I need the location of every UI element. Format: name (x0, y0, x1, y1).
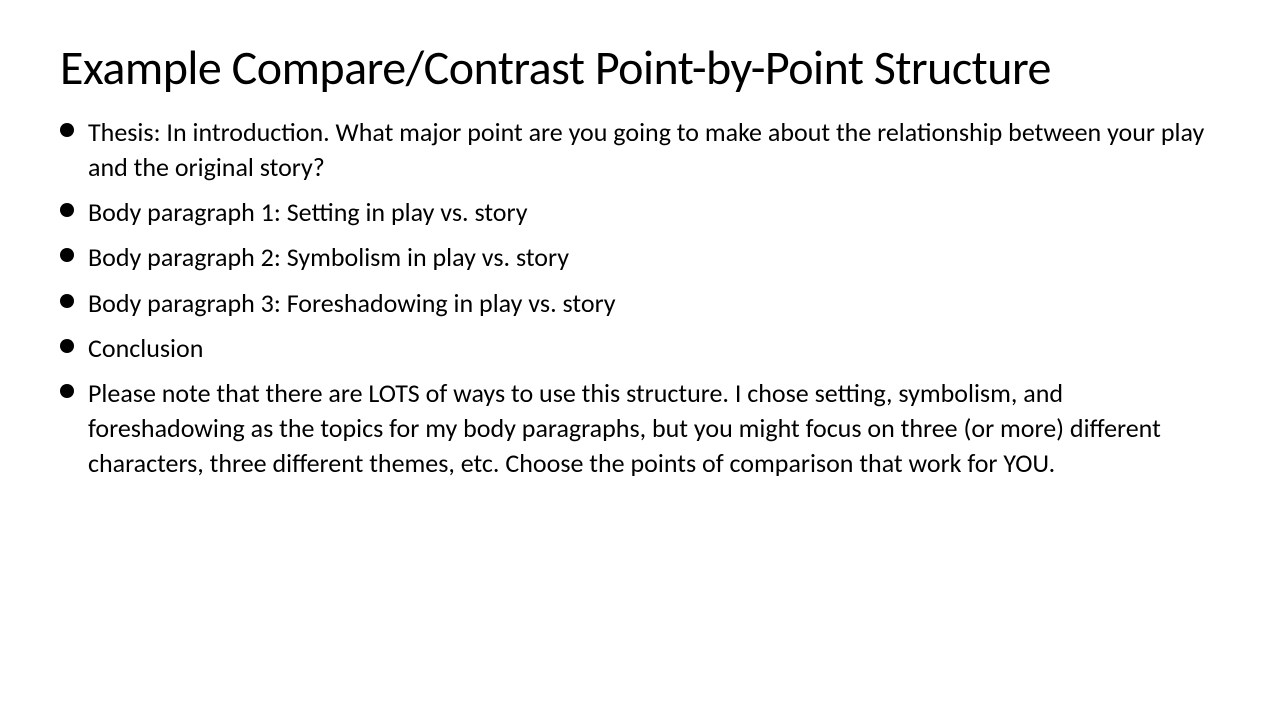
bullet-text-note: Please note that there are LOTS of ways … (88, 376, 1220, 481)
slide: Example Compare/Contrast Point-by-Point … (0, 0, 1280, 720)
list-item: Please note that there are LOTS of ways … (60, 376, 1220, 481)
bullet-dot-icon (60, 384, 74, 398)
bullet-dot-icon (60, 123, 74, 137)
bullet-text-conclusion: Conclusion (88, 331, 1220, 366)
bullet-dot-icon (60, 203, 74, 217)
bullet-text-body3: Body paragraph 3: Foreshadowing in play … (88, 286, 1220, 321)
list-item: Thesis: In introduction. What major poin… (60, 115, 1220, 185)
bullet-dot-icon (60, 294, 74, 308)
bullet-text-thesis: Thesis: In introduction. What major poin… (88, 115, 1220, 185)
list-item: Body paragraph 3: Foreshadowing in play … (60, 286, 1220, 321)
bullet-text-body1: Body paragraph 1: Setting in play vs. st… (88, 195, 1220, 230)
list-item: Conclusion (60, 331, 1220, 366)
slide-title: Example Compare/Contrast Point-by-Point … (60, 40, 1220, 95)
bullet-dot-icon (60, 339, 74, 353)
bullet-list: Thesis: In introduction. What major poin… (60, 115, 1220, 481)
bullet-dot-icon (60, 248, 74, 262)
list-item: Body paragraph 2: Symbolism in play vs. … (60, 240, 1220, 275)
list-item: Body paragraph 1: Setting in play vs. st… (60, 195, 1220, 230)
bullet-text-body2: Body paragraph 2: Symbolism in play vs. … (88, 240, 1220, 275)
